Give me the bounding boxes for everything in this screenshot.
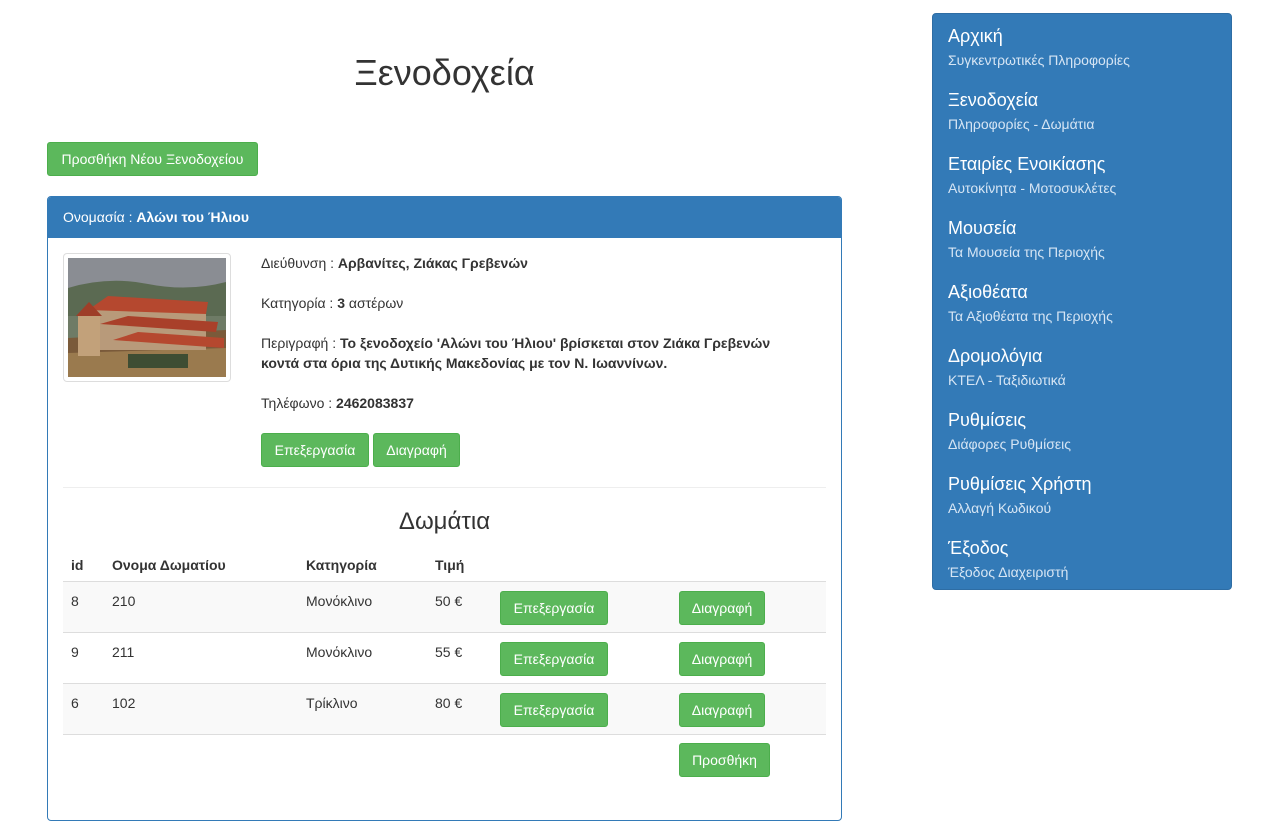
rooms-title: Δωμάτια (398, 508, 491, 535)
sidebar-item-subtitle[interactable]: Έξοδος Διαχειριστή (948, 562, 1218, 582)
sidebar-item-title[interactable]: Ρυθμίσεις Χρήστη (948, 472, 1218, 496)
sidebar-item-subtitle[interactable]: Αυτοκίνητα - Μοτοσυκλέτες (948, 178, 1218, 198)
edit-room-button[interactable]: Επεξεργασία (500, 693, 608, 727)
sidebar-item-title[interactable]: Δρομολόγια (948, 344, 1218, 368)
room-price: 80 € (435, 695, 463, 711)
phone-label: Τηλέφωνο : (261, 395, 333, 411)
add-room-button[interactable]: Προσθήκη (679, 743, 770, 777)
hotel-image (68, 258, 226, 377)
hotel-description: Περιγραφή : Το ξενοδοχείο 'Αλώνι του Ήλι… (261, 333, 801, 373)
column-header-category: Κατηγορία (306, 557, 377, 573)
category-label: Κατηγορία : (261, 295, 334, 311)
hotel-address: Διεύθυνση : Αρβανίτες, Ζιάκας Γρεβενών (261, 253, 801, 273)
phone-value: 2462083837 (336, 395, 414, 411)
divider (63, 487, 826, 488)
sidebar-item-title[interactable]: Εταιρίες Ενοικίασης (948, 152, 1218, 176)
column-header-id: id (71, 557, 84, 573)
category-stars: 3 (337, 295, 345, 311)
sidebar-item-subtitle[interactable]: Τα Αξιοθέατα της Περιοχής (948, 306, 1218, 326)
room-name: 210 (112, 593, 136, 609)
sidebar-item-settings[interactable]: Ρυθμίσεις Διάφορες Ρυθμίσεις (948, 408, 1218, 454)
sidebar-item-subtitle[interactable]: Αλλαγή Κωδικού (948, 498, 1218, 518)
address-value: Αρβανίτες, Ζιάκας Γρεβενών (337, 255, 528, 271)
room-name: 211 (112, 644, 135, 660)
column-header-room-name: Ονομα Δωματίου (112, 557, 226, 573)
room-category: Μονόκλινο (306, 644, 373, 660)
room-category: Μονόκλινο (306, 593, 373, 609)
column-header-price: Τιμή (435, 557, 465, 573)
add-hotel-button[interactable]: Προσθήκη Νέου Ξενοδοχείου (47, 142, 258, 176)
sidebar-item-subtitle[interactable]: Συγκεντρωτικές Πληροφορίες (948, 50, 1218, 70)
address-label: Διεύθυνση : (261, 255, 335, 271)
edit-room-button[interactable]: Επεξεργασία (500, 591, 608, 625)
sidebar-item-routes[interactable]: Δρομολόγια ΚΤΕΛ - Ταξιδιωτικά (948, 344, 1218, 390)
sidebar: Αρχική Συγκεντρωτικές Πληροφορίες Ξενοδο… (932, 13, 1232, 590)
hotel-panel-heading: Ονομασία : Αλώνι του Ήλιου (48, 197, 841, 238)
room-id: 8 (71, 593, 79, 609)
sidebar-item-subtitle[interactable]: ΚΤΕΛ - Ταξιδιωτικά (948, 370, 1218, 390)
sidebar-item-sights[interactable]: Αξιοθέατα Τα Αξιοθέατα της Περιοχής (948, 280, 1218, 326)
room-name: 102 (112, 695, 136, 711)
hotel-panel: Ονομασία : Αλώνι του Ήλιου Διεύθυνση : Α… (47, 196, 842, 821)
sidebar-item-subtitle[interactable]: Τα Μουσεία της Περιοχής (948, 242, 1218, 262)
room-category: Τρίκλινο (306, 695, 358, 711)
room-id: 6 (71, 695, 79, 711)
hotel-phone: Τηλέφωνο : 2462083837 (261, 393, 801, 413)
description-value: Το ξενοδοχείο 'Αλώνι του Ήλιου' βρίσκετα… (261, 335, 771, 371)
table-row: 6 102 Τρίκλινο 80 € Επεξεργασία Διαγραφή (63, 684, 826, 735)
sidebar-item-logout[interactable]: Έξοδος Έξοδος Διαχειριστή (948, 536, 1218, 582)
sidebar-item-hotels[interactable]: Ξενοδοχεία Πληροφορίες - Δωμάτια (948, 88, 1218, 134)
room-price: 55 € (435, 644, 463, 660)
sidebar-item-title[interactable]: Μουσεία (948, 216, 1218, 240)
sidebar-item-title[interactable]: Αξιοθέατα (948, 280, 1218, 304)
sidebar-item-title[interactable]: Αρχική (948, 24, 1218, 48)
page-title: Ξενοδοχεία (354, 52, 535, 93)
delete-room-button[interactable]: Διαγραφή (679, 642, 765, 676)
hotel-thumbnail (63, 253, 231, 382)
table-row: 9 211 Μονόκλινο 55 € Επεξεργασία Διαγραφ… (63, 633, 826, 684)
edit-room-button[interactable]: Επεξεργασία (500, 642, 608, 676)
sidebar-item-museums[interactable]: Μουσεία Τα Μουσεία της Περιοχής (948, 216, 1218, 262)
edit-hotel-button[interactable]: Επεξεργασία (261, 433, 369, 467)
sidebar-item-title[interactable]: Έξοδος (948, 536, 1218, 560)
room-id: 9 (71, 644, 79, 660)
sidebar-item-subtitle[interactable]: Διάφορες Ρυθμίσεις (948, 434, 1218, 454)
hotel-category: Κατηγορία : 3 αστέρων (261, 293, 801, 313)
room-price: 50 € (435, 593, 463, 609)
sidebar-item-rental-companies[interactable]: Εταιρίες Ενοικίασης Αυτοκίνητα - Μοτοσυκ… (948, 152, 1218, 198)
sidebar-item-user-settings[interactable]: Ρυθμίσεις Χρήστη Αλλαγή Κωδικού (948, 472, 1218, 518)
table-row: 8 210 Μονόκλινο 50 € Επεξεργασία Διαγραφ… (63, 582, 826, 633)
hotel-name: Αλώνι του Ήλιου (136, 209, 249, 225)
hotel-name-label: Ονομασία : (63, 209, 133, 225)
delete-room-button[interactable]: Διαγραφή (679, 693, 765, 727)
description-label: Περιγραφή : (261, 335, 337, 351)
sidebar-item-home[interactable]: Αρχική Συγκεντρωτικές Πληροφορίες (948, 24, 1218, 70)
sidebar-item-title[interactable]: Ξενοδοχεία (948, 88, 1218, 112)
sidebar-item-subtitle[interactable]: Πληροφορίες - Δωμάτια (948, 114, 1218, 134)
delete-hotel-button[interactable]: Διαγραφή (373, 433, 460, 467)
sidebar-item-title[interactable]: Ρυθμίσεις (948, 408, 1218, 432)
category-suffix: αστέρων (348, 295, 404, 311)
delete-room-button[interactable]: Διαγραφή (679, 591, 765, 625)
